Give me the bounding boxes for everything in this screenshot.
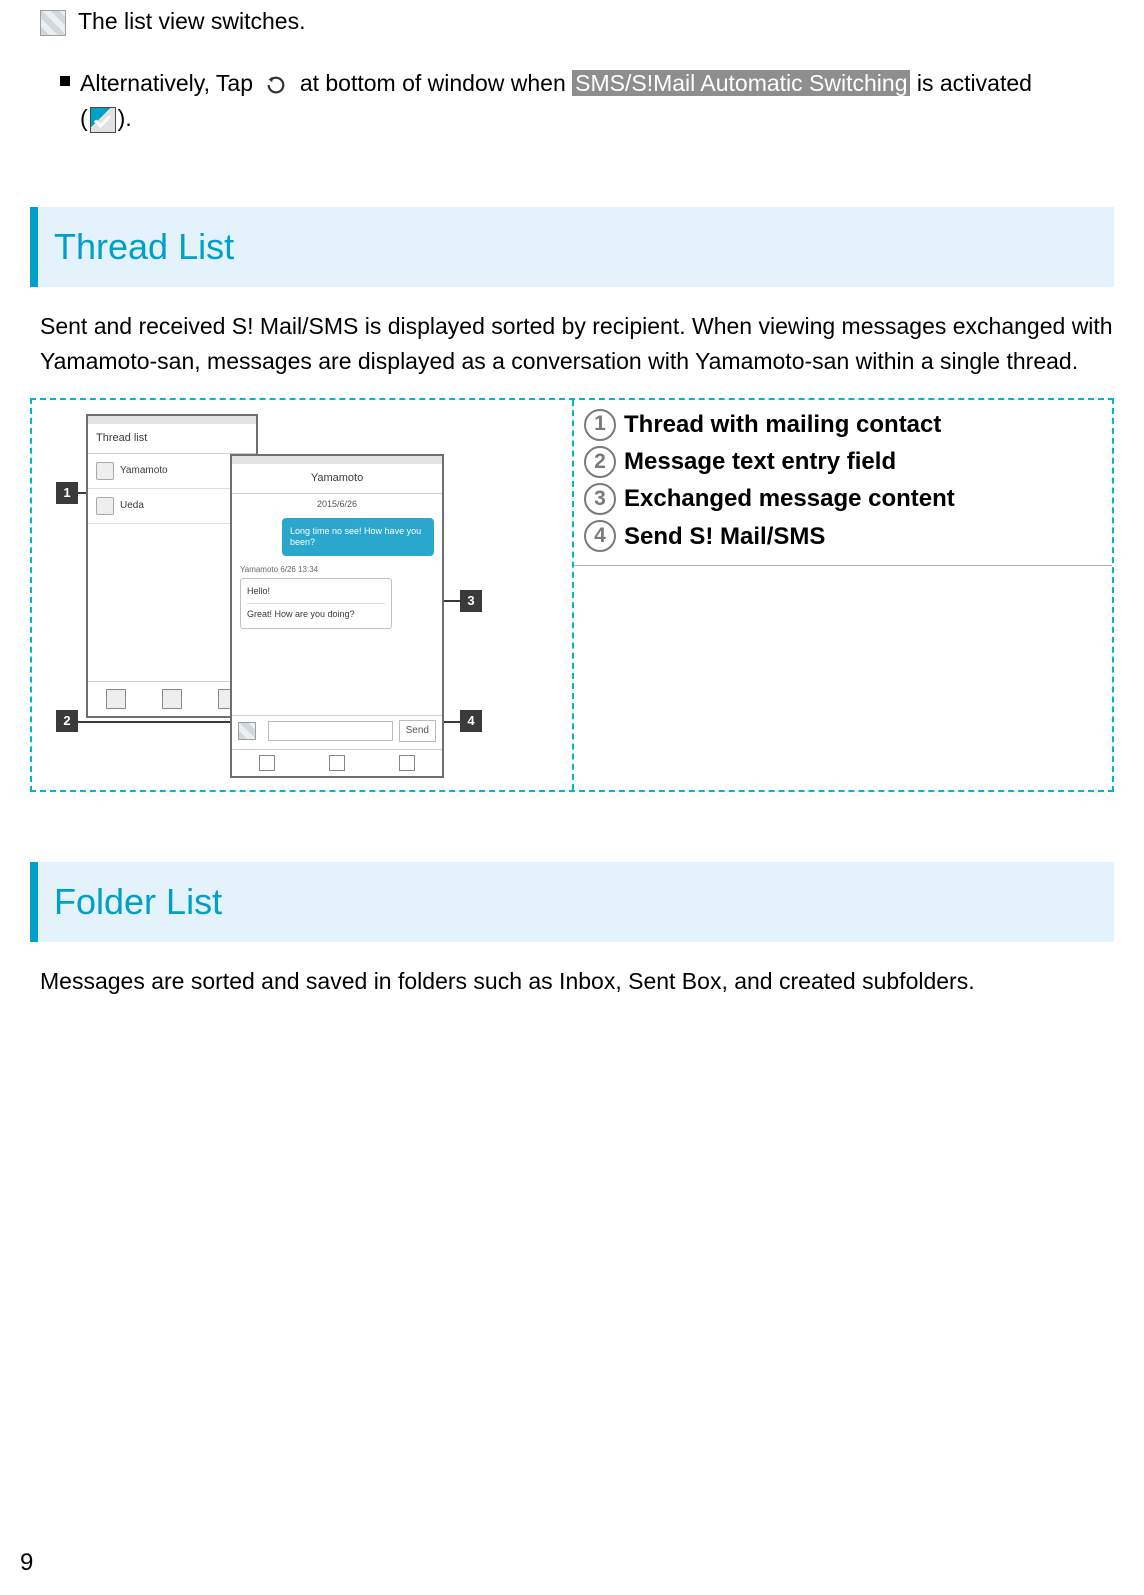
thread-row-label: Ueda <box>120 498 144 514</box>
legend-list: 1 Thread with mailing contact 2 Message … <box>574 400 1112 566</box>
legend-number: 4 <box>584 520 616 552</box>
thread-row-label: Yamamoto <box>120 463 168 479</box>
paren-open: ( <box>80 105 88 131</box>
message-in-line: Great! How are you doing? <box>247 608 385 622</box>
legend-item: 4 Send S! Mail/SMS <box>584 518 1102 555</box>
alt-text-suffix1: is activated <box>917 70 1032 96</box>
indicator-icon <box>40 10 66 36</box>
legend-number: 3 <box>584 483 616 515</box>
message-input <box>268 721 393 741</box>
folder-list-body: Messages are sorted and saved in folders… <box>30 964 1114 1000</box>
phone-left-title: Thread list <box>88 424 256 454</box>
refresh-icon <box>263 72 289 98</box>
avatar-icon <box>96 497 114 515</box>
folder-list-heading: Folder List <box>30 862 1114 942</box>
recent-icon <box>399 755 415 771</box>
callout-marker-2: 2 <box>56 710 78 732</box>
legend-number: 2 <box>584 446 616 478</box>
highlight-setting: SMS/S!Mail Automatic Switching <box>572 70 910 96</box>
legend-number: 1 <box>584 409 616 441</box>
message-in-line: Hello! <box>247 585 385 599</box>
thread-list-body: Sent and received S! Mail/SMS is display… <box>30 309 1114 380</box>
message-in: Yamamoto 6/26 13:34 Hello! Great! How ar… <box>240 564 392 629</box>
avatar-icon <box>96 462 114 480</box>
legend-item: 3 Exchanged message content <box>584 480 1102 517</box>
callout-marker-3: 3 <box>460 590 482 612</box>
alt-text-prefix: Alternatively, Tap <box>80 70 253 96</box>
switch-text: The list view switches. <box>78 8 306 34</box>
attach-icon <box>238 722 256 740</box>
thread-list-callout: 1 2 3 4 Thread list <box>30 398 1114 792</box>
screenshot-mock: 1 2 3 4 Thread list <box>40 410 564 780</box>
paren-close: ). <box>118 105 132 131</box>
legend-text: Send S! Mail/SMS <box>624 518 825 555</box>
alt-text-mid: at bottom of window when <box>300 70 566 96</box>
home-icon <box>329 755 345 771</box>
callout-line <box>78 721 234 723</box>
message-out: Long time no see! How have you been? <box>282 518 434 556</box>
legend-text: Thread with mailing contact <box>624 406 941 443</box>
checkbox-on-icon <box>90 107 116 133</box>
send-button: Send <box>399 720 436 742</box>
phone-system-bar <box>232 749 442 776</box>
back-icon <box>259 755 275 771</box>
legend-item: 1 Thread with mailing contact <box>584 406 1102 443</box>
callout-marker-1: 1 <box>56 482 78 504</box>
thread-list-heading: Thread List <box>30 207 1114 287</box>
phone-right-title: Yamamoto <box>232 464 442 494</box>
bottom-icon <box>162 689 182 709</box>
bullet-icon <box>60 76 70 86</box>
alternative-instruction: Alternatively, Tap at bottom of window w… <box>60 66 1114 137</box>
phone-conversation: Yamamoto 2015/6/26 Long time no see! How… <box>230 454 444 778</box>
bottom-icon <box>106 689 126 709</box>
legend-text: Message text entry field <box>624 443 896 480</box>
callout-marker-4: 4 <box>460 710 482 732</box>
message-entry-bar: Send <box>232 715 442 746</box>
page-number: 9 <box>20 1544 33 1581</box>
conversation-date: 2015/6/26 <box>232 494 442 514</box>
message-in-meta: Yamamoto 6/26 13:34 <box>240 564 392 576</box>
legend-item: 2 Message text entry field <box>584 443 1102 480</box>
legend-text: Exchanged message content <box>624 480 955 517</box>
